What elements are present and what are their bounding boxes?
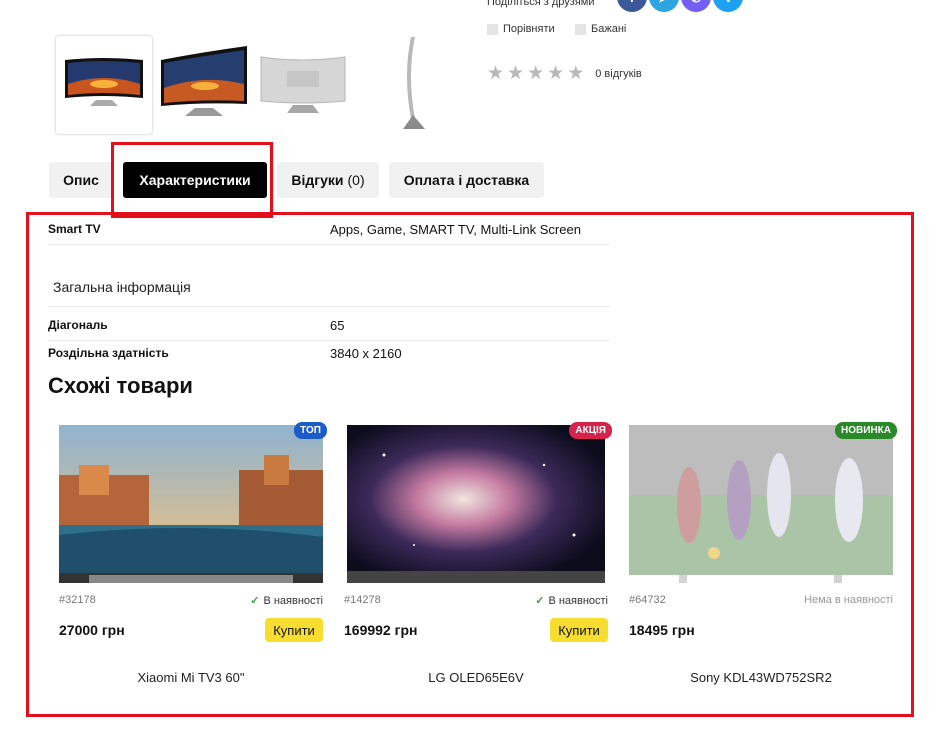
star-icon[interactable]: ★ [527, 64, 544, 83]
availability-status: ✓ В наявності [535, 594, 608, 608]
product-sku: #14278 [344, 594, 381, 606]
wishlist-checkbox[interactable]: Бажані [575, 23, 626, 35]
spec-value: Apps, Game, SMART TV, Multi-Link Screen [330, 222, 581, 237]
divider [48, 306, 610, 307]
tab-reviews[interactable]: Відгуки (0) [277, 162, 379, 198]
product-image[interactable] [59, 425, 323, 583]
product-card: НОВИНКА #64732 Нема в наявності 18495 гр… [629, 420, 897, 700]
star-icon[interactable]: ★ [547, 64, 564, 83]
tab-payment-delivery[interactable]: Оплата і доставка [389, 162, 544, 198]
availability-status: Нема в наявності [804, 594, 893, 606]
availability-label: В наявності [548, 594, 608, 607]
spec-row-smart-tv: Smart TV Apps, Game, SMART TV, Multi-Lin… [48, 222, 610, 245]
buy-button[interactable]: Купити [265, 618, 323, 642]
thumbnail-side[interactable] [355, 35, 451, 133]
share-label: Поділіться з друзями [487, 0, 595, 8]
reviews-tab-count: (0) [347, 172, 365, 188]
twitter-icon[interactable]: t [713, 0, 743, 12]
product-sku: #64732 [629, 594, 666, 606]
spec-row-diagonal: Діагональ 65 [48, 318, 610, 341]
wishlist-checkbox-box[interactable] [575, 23, 586, 35]
product-price: 27000 грн [59, 622, 125, 638]
spec-value: 3840 x 2160 [330, 346, 402, 361]
tab-label: Відгуки [291, 172, 344, 188]
compare-checkbox-box[interactable] [487, 23, 498, 35]
product-image[interactable] [629, 425, 893, 583]
compare-checkbox[interactable]: Порівняти [487, 23, 555, 35]
product-price: 169992 грн [344, 622, 418, 638]
thumbnail-angle[interactable] [155, 35, 251, 133]
badge-top: ТОП [294, 422, 327, 439]
product-card: АКЦІЯ #14278 ✓ В наявності 169992 грн Куп… [344, 420, 612, 700]
badge-new: НОВИНКА [835, 422, 897, 439]
tab-label: Оплата і доставка [403, 172, 530, 188]
spec-row-resolution: Роздільна здатність 3840 x 2160 [48, 346, 610, 368]
viber-icon[interactable]: ✆ [681, 0, 711, 12]
checkmark-icon: ✓ [250, 595, 260, 607]
telegram-icon[interactable]: ➤ [649, 0, 679, 12]
product-name[interactable]: Sony KDL43WD752SR2 [629, 670, 893, 685]
rating: ★ ★ ★ ★ ★ 0 відгуків [487, 64, 642, 83]
compare-label: Порівняти [503, 23, 555, 35]
checkmark-icon: ✓ [535, 595, 545, 607]
spec-value: 65 [330, 318, 345, 333]
availability-label: В наявності [263, 594, 323, 607]
product-sku: #32178 [59, 594, 96, 606]
product-image[interactable] [344, 425, 608, 583]
spec-key: Роздільна здатність [48, 346, 169, 360]
star-icon[interactable]: ★ [507, 64, 524, 83]
highlight-tab-frame [111, 142, 273, 218]
star-icon[interactable]: ★ [487, 64, 504, 83]
spec-key: Діагональ [48, 318, 108, 332]
product-name[interactable]: Xiaomi Mi TV3 60" [59, 670, 323, 685]
product-card: ТОП #32178 ✓ В наявності 27000 грн Купити… [59, 420, 327, 700]
facebook-icon[interactable]: f [617, 0, 647, 12]
thumbnail-back[interactable] [255, 35, 351, 133]
similar-products-title: Схожі товари [48, 373, 193, 398]
thumbnail-front[interactable] [55, 35, 153, 135]
availability-label: Нема в наявності [804, 594, 893, 606]
badge-sale: АКЦІЯ [569, 422, 612, 439]
star-icon[interactable]: ★ [567, 64, 584, 83]
spec-group-title: Загальна інформація [53, 279, 191, 295]
tab-description[interactable]: Опис [49, 162, 113, 198]
product-name[interactable]: LG OLED65E6V [344, 670, 608, 685]
buy-button[interactable]: Купити [550, 618, 608, 642]
tab-label: Опис [63, 172, 99, 188]
availability-status: ✓ В наявності [250, 594, 323, 608]
spec-key: Smart TV [48, 222, 101, 236]
social-buttons: f ➤ ✆ t [617, 0, 743, 12]
reviews-count[interactable]: 0 відгуків [595, 68, 642, 80]
wishlist-label: Бажані [591, 23, 627, 35]
product-price: 18495 грн [629, 622, 695, 638]
